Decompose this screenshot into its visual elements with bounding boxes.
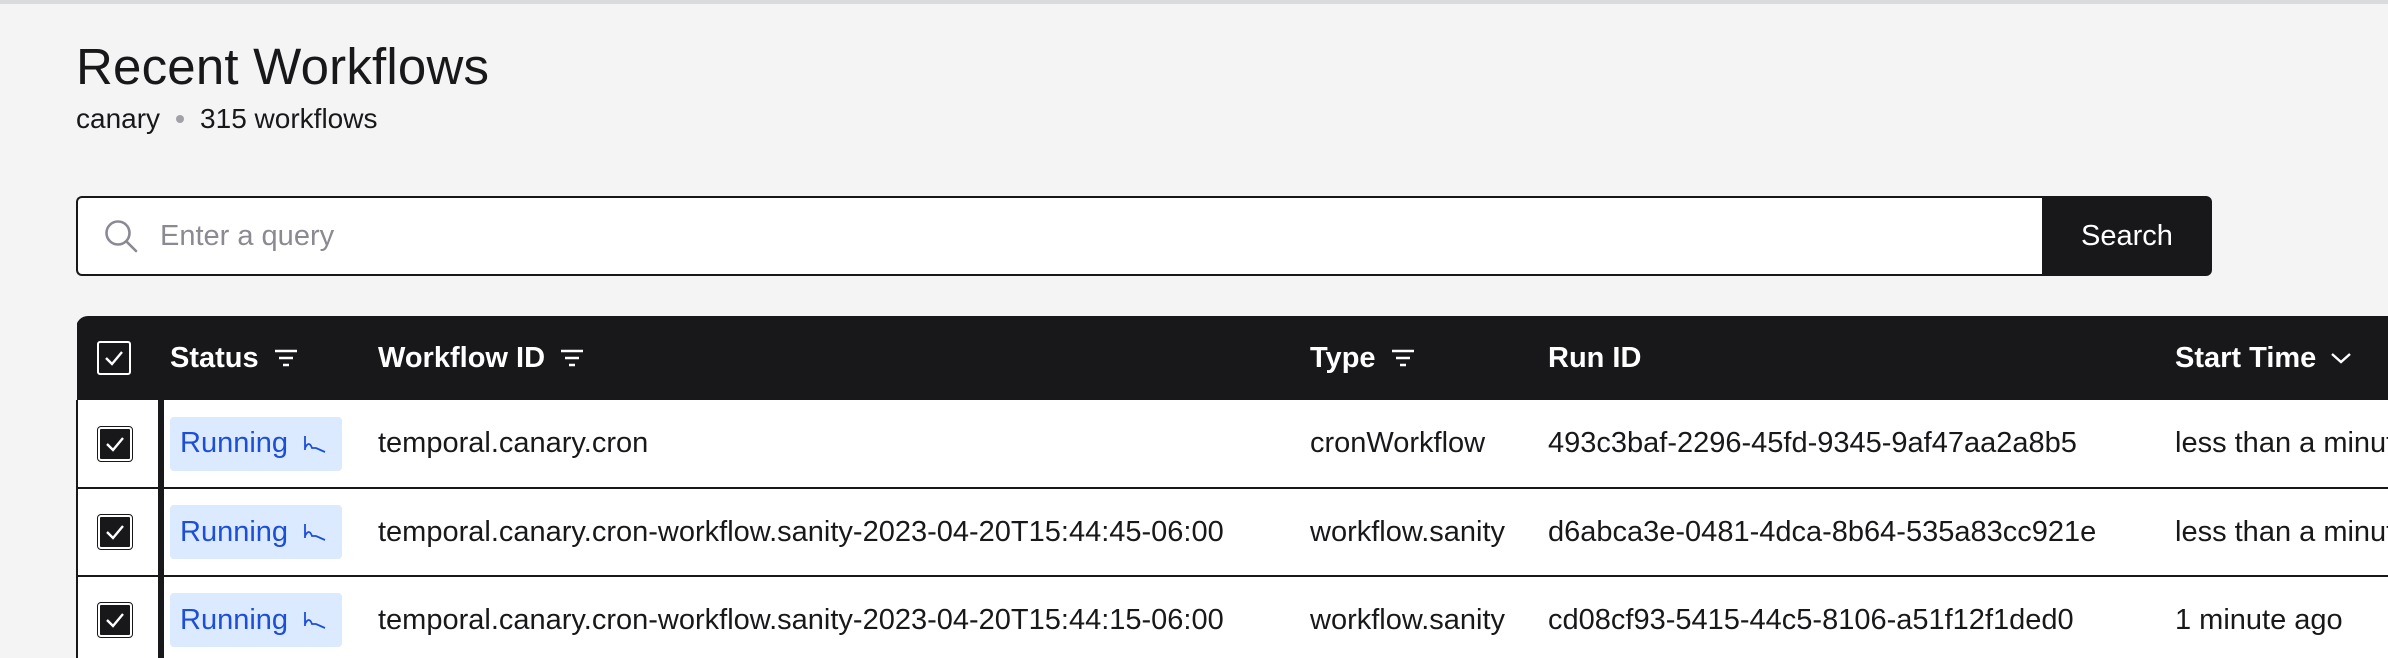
running-icon [302, 432, 328, 456]
filter-icon[interactable] [1390, 347, 1416, 369]
status-badge: Running [170, 416, 343, 471]
workflow-id-cell[interactable]: temporal.canary.cron-workflow.sanity-202… [378, 576, 1310, 658]
check-icon [106, 525, 124, 540]
table-row[interactable]: Running temporal.canary.cron-workflow.sa… [76, 576, 2388, 658]
column-label-start-time: Start Time [2175, 341, 2317, 374]
column-label-run-id: Run ID [1548, 341, 1642, 374]
status-cell: Running [161, 488, 378, 576]
check-icon [106, 436, 124, 452]
table-header-row: Status Workflow ID Type Run ID Start Tim… [77, 316, 2388, 400]
search-field [76, 196, 2042, 276]
row-checkbox[interactable] [97, 425, 133, 462]
table-row[interactable]: Running temporal.canary.cron-workflow.sa… [76, 488, 2388, 576]
status-badge-label: Running [180, 515, 289, 548]
column-header-type[interactable]: Type [1310, 316, 1548, 400]
column-header-status[interactable]: Status [161, 316, 378, 400]
workflow-id-cell[interactable]: temporal.canary.cron-workflow.sanity-202… [378, 488, 1310, 576]
search-icon [102, 216, 142, 256]
workflow-count: 315 workflows [200, 103, 378, 134]
check-icon [105, 351, 123, 366]
status-cell: Running [161, 576, 378, 658]
row-checkbox-cell [76, 488, 164, 576]
column-label-status: Status [170, 341, 259, 374]
type-cell: cronWorkflow [1310, 427, 1486, 459]
row-checkbox-cell [76, 576, 164, 658]
run-id-cell: d6abca3e-0481-4dca-8b64-535a83cc921e [1548, 515, 2097, 548]
row-checkbox[interactable] [97, 602, 133, 638]
search-input[interactable] [160, 219, 2042, 253]
page-subtitle: canary 315 workflows [76, 103, 489, 135]
table-row[interactable]: Running temporal.canary.cron cronWorkflo… [76, 400, 2388, 488]
run-id-cell: cd08cf93-5415-44c5-8106-a51f12f1ded0 [1548, 603, 2074, 636]
page-header: Recent Workflows canary 315 workflows [76, 34, 489, 135]
filter-icon[interactable] [559, 347, 585, 369]
filter-icon[interactable] [273, 347, 299, 369]
type-cell: workflow.sanity [1310, 603, 1506, 636]
start-time-cell: 1 minute ago [2175, 603, 2343, 636]
separator-dot [176, 115, 185, 123]
status-cell: Running [161, 400, 378, 488]
type-cell: workflow.sanity [1310, 515, 1506, 548]
top-border [0, 0, 2388, 4]
row-checkbox-cell [76, 400, 164, 488]
status-badge: Running [170, 593, 343, 647]
column-label-workflow-id: Workflow ID [378, 341, 546, 374]
workflows-table: Status Workflow ID Type Run ID Start Tim… [76, 316, 2388, 658]
namespace-label: canary [76, 103, 161, 134]
column-header-start-time[interactable]: Start Time [2175, 316, 2388, 400]
workflows-table-container: Status Workflow ID Type Run ID Start Tim… [76, 316, 2388, 658]
column-label-type: Type [1310, 341, 1376, 374]
start-time-cell: less than a minute ago [2175, 427, 2388, 459]
status-badge-label: Running [180, 603, 289, 636]
check-icon [106, 613, 124, 628]
page-title: Recent Workflows [76, 38, 490, 95]
chevron-down-icon[interactable] [2330, 351, 2352, 365]
start-time-cell: less than a minute ago [2175, 515, 2388, 548]
column-header-workflow-id[interactable]: Workflow ID [378, 316, 1310, 400]
run-id-cell: 493c3baf-2296-45fd-9345-9af47aa2a8b5 [1548, 427, 2077, 459]
running-icon [302, 608, 328, 632]
column-header-run-id: Run ID [1548, 316, 2175, 400]
status-badge-label: Running [180, 427, 289, 459]
running-icon [302, 520, 328, 544]
search-button[interactable]: Search [2042, 196, 2212, 276]
status-badge: Running [170, 505, 343, 559]
workflow-id-cell[interactable]: temporal.canary.cron [378, 400, 1310, 488]
select-all-cell [77, 316, 164, 400]
search-bar: Search [76, 196, 2212, 276]
row-checkbox[interactable] [97, 514, 133, 550]
select-all-checkbox[interactable] [97, 341, 131, 375]
